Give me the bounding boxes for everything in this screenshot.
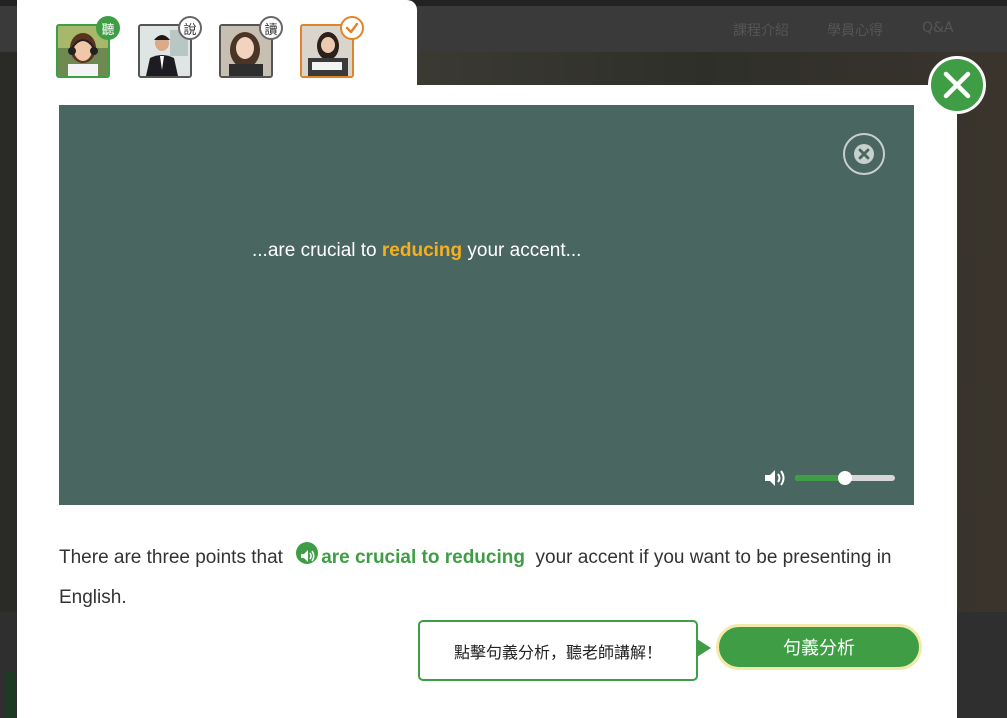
close-icon (854, 144, 874, 164)
tab-complete[interactable] (300, 16, 364, 78)
volume-control[interactable] (763, 467, 903, 487)
sentence-text: There are three points that are crucial … (59, 538, 919, 618)
subtitle-before: ...are crucial to (252, 240, 382, 261)
background-nav-reviews: 學員心得 (827, 23, 883, 39)
tab-read[interactable]: 讀 (219, 16, 283, 78)
tooltip-arrow (697, 639, 711, 657)
tab-speak[interactable]: 說 (138, 16, 202, 78)
read-badge: 讀 (259, 16, 283, 40)
subtitle-highlight: reducing (381, 240, 463, 261)
player-subtitle: ...are crucial to reducing your accent..… (252, 240, 581, 262)
speaker-icon[interactable] (296, 542, 319, 564)
analysis-button-label: 句義分析 (783, 638, 855, 659)
background-nav-qa: Q&A (922, 20, 954, 36)
subtitle-after: your accent... (462, 240, 582, 261)
listen-badge: 聽 (96, 16, 120, 40)
modal-close-button[interactable] (928, 56, 986, 114)
tab-listen[interactable]: 聽 (56, 16, 120, 78)
sentence-before: There are three points that (59, 547, 289, 568)
video-player[interactable]: ...are crucial to reducing your accent..… (59, 105, 914, 505)
sentence-analysis-button[interactable]: 句義分析 (716, 624, 922, 670)
volume-slider[interactable] (795, 471, 895, 485)
hint-text: 點擊句義分析，聽老師講解！ (453, 642, 662, 662)
check-icon (340, 16, 364, 40)
volume-handle[interactable] (838, 471, 852, 485)
background-strip (6, 672, 16, 718)
speak-badge: 說 (178, 16, 202, 40)
hint-tooltip: 點擊句義分析，聽老師講解！ (418, 620, 698, 681)
close-icon (943, 71, 971, 99)
highlighted-phrase[interactable]: are crucial to reducing (321, 547, 525, 568)
volume-icon[interactable] (763, 468, 789, 488)
background-nav-intro: 課程介紹 (733, 23, 789, 39)
player-close-button[interactable] (843, 133, 885, 175)
